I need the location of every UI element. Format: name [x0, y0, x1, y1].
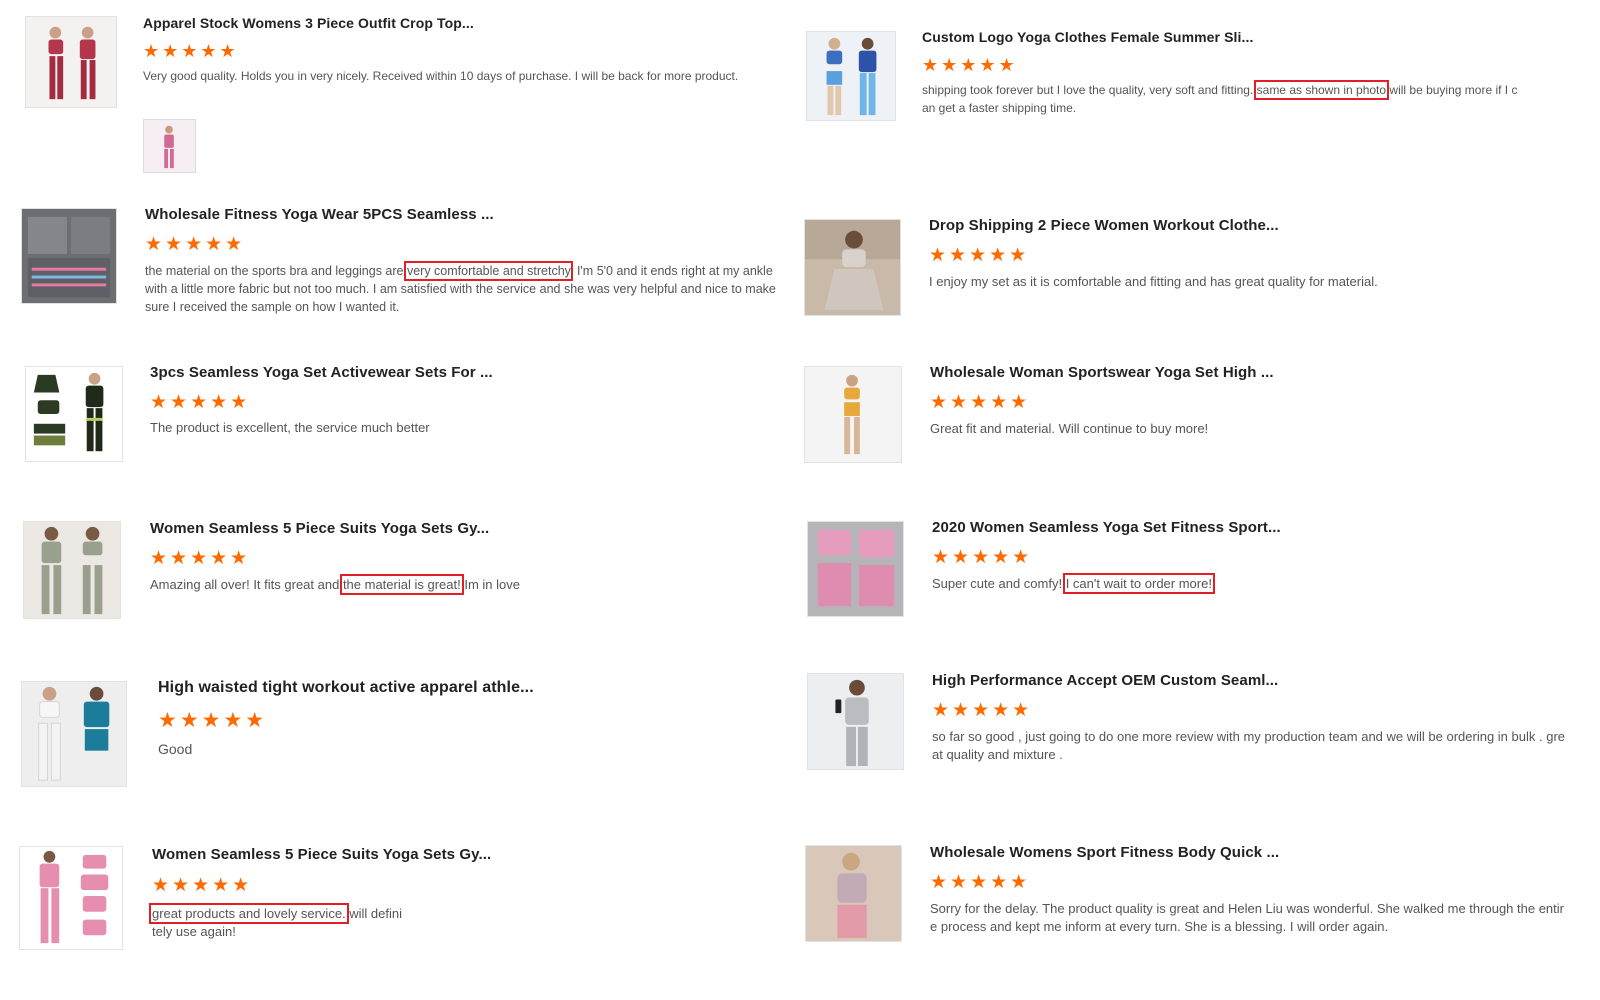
highlighted-phrase: great products and lovely service. [149, 903, 349, 924]
review-text: the material on the sports bra and leggi… [145, 261, 781, 316]
product-thumbnail[interactable] [21, 208, 117, 304]
review-text-part: I enjoy my set as it is comfortable and … [929, 274, 1378, 289]
review-text-part: Very good quality. Holds you in very nic… [143, 69, 739, 83]
rating-stars: ★★★★★ [929, 245, 1030, 266]
review-text-part: Great fit and material. Will continue to… [930, 421, 1209, 436]
review-text: The product is excellent, the service mu… [150, 419, 750, 437]
product-photo-icon [807, 32, 895, 120]
product-title[interactable]: 3pcs Seamless Yoga Set Activewear Sets F… [150, 364, 493, 381]
product-thumbnail[interactable] [806, 31, 896, 121]
review-text-part: shipping took forever but I love the qua… [922, 83, 1257, 97]
review-text-part: Super cute and comfy! [932, 576, 1066, 591]
reviews-page: { "colors": { "star": "#ff6a00", "highli… [0, 0, 1600, 1000]
product-title[interactable]: High waisted tight workout active appare… [158, 679, 534, 697]
product-photo-icon [24, 522, 120, 618]
product-photo-icon [808, 674, 903, 769]
review-text: Amazing all over! It fits great and the … [150, 574, 750, 595]
highlighted-phrase: same as shown in photo [1253, 80, 1390, 100]
rating-stars: ★★★★★ [152, 875, 253, 896]
review-text: Great fit and material. Will continue to… [930, 420, 1550, 438]
review-text: I enjoy my set as it is comfortable and … [929, 273, 1549, 291]
review-text: shipping took forever but I love the qua… [922, 80, 1522, 117]
review-attachment-thumbnail[interactable] [143, 119, 196, 173]
review-text: Very good quality. Holds you in very nic… [143, 67, 743, 85]
review-text: great products and lovely service. will … [149, 903, 402, 941]
rating-stars: ★★★★★ [922, 55, 1018, 75]
product-title[interactable]: Drop Shipping 2 Piece Women Workout Clot… [929, 217, 1279, 234]
rating-stars: ★★★★★ [145, 234, 246, 255]
product-thumbnail[interactable] [19, 846, 123, 950]
product-title[interactable]: Custom Logo Yoga Clothes Female Summer S… [922, 29, 1253, 45]
product-thumbnail[interactable] [25, 16, 117, 108]
highlighted-phrase: very comfortable and stretchy [403, 261, 574, 281]
rating-stars: ★★★★★ [932, 700, 1033, 721]
review-text-part: The product is excellent, the service mu… [150, 420, 430, 435]
product-title[interactable]: Apparel Stock Womens 3 Piece Outfit Crop… [143, 15, 474, 31]
product-thumbnail[interactable] [807, 673, 904, 770]
product-photo-icon [22, 682, 126, 786]
rating-stars: ★★★★★ [930, 872, 1031, 893]
product-title[interactable]: Wholesale Woman Sportswear Yoga Set High… [930, 364, 1274, 381]
product-photo-icon [805, 367, 901, 462]
highlighted-phrase: I can't wait to order more! [1062, 573, 1215, 594]
product-thumbnail[interactable] [804, 219, 901, 316]
product-photo-icon [808, 522, 903, 616]
review-text-part: Amazing all over! It fits great and [150, 577, 343, 592]
product-thumbnail[interactable] [804, 366, 902, 463]
product-thumbnail[interactable] [23, 521, 121, 619]
product-photo-icon [806, 846, 901, 941]
product-title[interactable]: Women Seamless 5 Piece Suits Yoga Sets G… [152, 846, 491, 863]
review-text: Good [158, 740, 758, 758]
product-title[interactable]: 2020 Women Seamless Yoga Set Fitness Spo… [932, 519, 1281, 536]
product-photo-icon [26, 367, 122, 461]
review-text-part: Im in love [460, 577, 520, 592]
product-photo-icon [26, 17, 116, 107]
rating-stars: ★★★★★ [158, 709, 268, 732]
product-title[interactable]: Wholesale Fitness Yoga Wear 5PCS Seamles… [145, 206, 494, 223]
rating-stars: ★★★★★ [143, 41, 239, 61]
product-photo-icon [20, 847, 122, 949]
product-title[interactable]: Wholesale Womens Sport Fitness Body Quic… [930, 844, 1279, 861]
product-title[interactable]: High Performance Accept OEM Custom Seaml… [932, 672, 1278, 689]
rating-stars: ★★★★★ [930, 392, 1031, 413]
review-text-part: Sorry for the delay. The product quality… [930, 901, 1564, 934]
product-thumbnail[interactable] [21, 681, 127, 787]
product-photo-icon [22, 209, 116, 303]
review-text: so far so good , just going to do one mo… [932, 728, 1572, 764]
rating-stars: ★★★★★ [150, 392, 251, 413]
product-thumbnail[interactable] [25, 366, 123, 462]
review-text: Sorry for the delay. The product quality… [930, 900, 1570, 936]
product-title[interactable]: Women Seamless 5 Piece Suits Yoga Sets G… [150, 520, 489, 537]
product-photo-icon [805, 220, 900, 315]
review-text-part: Good [158, 741, 193, 757]
highlighted-phrase: the material is great! [339, 574, 464, 595]
review-text-part: the material on the sports bra and leggi… [145, 264, 407, 278]
rating-stars: ★★★★★ [150, 548, 251, 569]
product-thumbnail[interactable] [805, 845, 902, 942]
rating-stars: ★★★★★ [932, 547, 1033, 568]
review-text-part: so far so good , just going to do one mo… [932, 729, 1566, 762]
review-text: Super cute and comfy! I can't wait to or… [932, 573, 1552, 594]
attachment-photo-icon [144, 120, 195, 172]
product-thumbnail[interactable] [807, 521, 904, 617]
